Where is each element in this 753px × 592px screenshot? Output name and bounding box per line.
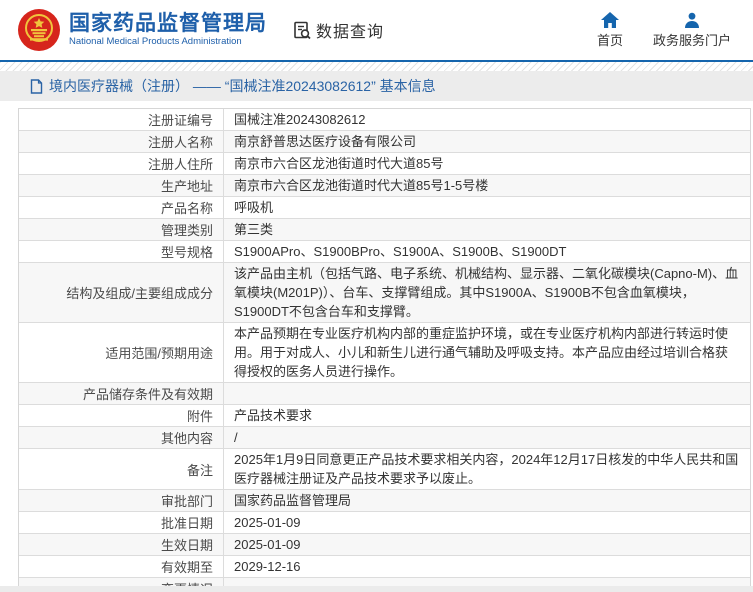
row-value: S1900APro、S1900BPro、S1900A、S1900B、S1900D… xyxy=(223,241,750,262)
document-icon xyxy=(30,79,43,94)
data-query-label: 数据查询 xyxy=(316,18,384,42)
row-value-text: 南京市六合区龙池街道时代大道85号1-5号楼 xyxy=(234,176,740,195)
row-label: 注册人住所 xyxy=(19,153,223,174)
row-value-text: 呼吸机 xyxy=(234,198,740,217)
row-value-text: 2025-01-09 xyxy=(234,513,740,532)
table-row: 附件产品技术要求 xyxy=(19,405,750,427)
table-row: 注册证编号国械注准20243082612 xyxy=(19,109,750,131)
row-label: 管理类别 xyxy=(19,219,223,240)
row-label: 审批部门 xyxy=(19,490,223,511)
row-value-text: 2025年1月9日同意更正产品技术要求相关内容，2024年12月17日核发的中华… xyxy=(234,450,740,488)
table-row: 产品储存条件及有效期 xyxy=(19,383,750,405)
row-value: 2029-12-16 xyxy=(223,556,750,577)
home-icon xyxy=(601,12,619,28)
table-row: 有效期至 2029-12-16 xyxy=(19,556,750,578)
table-row: 批准日期 2025-01-09 xyxy=(19,512,750,534)
table-row: 注册人住所南京市六合区龙池街道时代大道85号 xyxy=(19,153,750,175)
row-value: 产品技术要求 xyxy=(223,405,750,426)
bottom-strip xyxy=(0,586,753,592)
site-subtitle: National Medical Products Administration xyxy=(69,37,267,47)
breadcrumb-bar: 境内医疗器械（注册） —— “国械注准20243082612” 基本信息 xyxy=(0,71,753,101)
row-value: 2025-01-09 xyxy=(223,534,750,555)
row-label: 结构及组成/主要组成成分 xyxy=(19,263,223,322)
site-title-block: 国家药品监督管理局 National Medical Products Admi… xyxy=(69,12,267,48)
table-row: 生产地址南京市六合区龙池街道时代大道85号1-5号楼 xyxy=(19,175,750,197)
row-value: 南京舒普思达医疗设备有限公司 xyxy=(223,131,750,152)
row-label: 适用范围/预期用途 xyxy=(19,323,223,382)
row-value-text: 产品技术要求 xyxy=(234,406,740,425)
national-emblem-logo xyxy=(18,9,60,51)
table-row: 产品名称呼吸机 xyxy=(19,197,750,219)
table-row: 注册人名称南京舒普思达医疗设备有限公司 xyxy=(19,131,750,153)
row-value: 国械注准20243082612 xyxy=(223,109,750,130)
row-value: 2025年1月9日同意更正产品技术要求相关内容，2024年12月17日核发的中华… xyxy=(223,449,750,489)
row-value-text: / xyxy=(234,428,740,447)
site-header: 国家药品监督管理局 National Medical Products Admi… xyxy=(0,0,753,60)
row-value: 南京市六合区龙池街道时代大道85号 xyxy=(223,153,750,174)
row-label: 产品名称 xyxy=(19,197,223,218)
row-label: 注册人名称 xyxy=(19,131,223,152)
row-value: 本产品预期在专业医疗机构内部的重症监护环境，或在专业医疗机构内部进行转运时使用。… xyxy=(223,323,750,382)
table-row: 审批部门国家药品监督管理局 xyxy=(19,490,750,512)
row-label: 其他内容 xyxy=(19,427,223,448)
row-label: 附件 xyxy=(19,405,223,426)
row-value-text: 南京舒普思达医疗设备有限公司 xyxy=(234,132,740,151)
table-row: 管理类别第三类 xyxy=(19,219,750,241)
row-label: 型号规格 xyxy=(19,241,223,262)
data-query-icon xyxy=(293,21,312,40)
breadcrumb: 境内医疗器械（注册） —— “国械注准20243082612” 基本信息 xyxy=(49,76,436,96)
row-value-text: 本产品预期在专业医疗机构内部的重症监护环境，或在专业医疗机构内部进行转运时使用。… xyxy=(234,324,740,381)
user-icon xyxy=(684,12,700,28)
registration-info-table: 注册证编号国械注准20243082612注册人名称南京舒普思达医疗设备有限公司注… xyxy=(18,108,751,592)
row-value xyxy=(223,383,750,404)
nav-home-label: 首页 xyxy=(597,30,623,49)
table-row: 生效日期 2025-01-09 xyxy=(19,534,750,556)
row-value-text: 2029-12-16 xyxy=(234,557,740,576)
row-value-text: 2025-01-09 xyxy=(234,535,740,554)
row-label: 备注 xyxy=(19,449,223,489)
nav-gov-portal[interactable]: 政务服务门户 xyxy=(653,12,731,49)
row-label: 注册证编号 xyxy=(19,109,223,130)
row-value: 呼吸机 xyxy=(223,197,750,218)
row-value-text: 国家药品监督管理局 xyxy=(234,491,740,510)
table-row: 其他内容 / xyxy=(19,427,750,449)
row-value: 该产品由主机（包括气路、电子系统、机械结构、显示器、二氧化碳模块(Capno-M… xyxy=(223,263,750,322)
top-nav: 首页 政务服务门户 xyxy=(597,12,735,49)
row-label: 生效日期 xyxy=(19,534,223,555)
row-label: 有效期至 xyxy=(19,556,223,577)
row-value: 第三类 xyxy=(223,219,750,240)
table-row: 适用范围/预期用途本产品预期在专业医疗机构内部的重症监护环境，或在专业医疗机构内… xyxy=(19,323,750,383)
site-title: 国家药品监督管理局 xyxy=(69,12,267,35)
page-content: 注册证编号国械注准20243082612注册人名称南京舒普思达医疗设备有限公司注… xyxy=(0,101,753,592)
row-value: / xyxy=(223,427,750,448)
data-query-button[interactable]: 数据查询 xyxy=(293,18,384,42)
row-value-text: 该产品由主机（包括气路、电子系统、机械结构、显示器、二氧化碳模块(Capno-M… xyxy=(234,264,740,321)
row-value: 国家药品监督管理局 xyxy=(223,490,750,511)
row-value-text: S1900APro、S1900BPro、S1900A、S1900B、S1900D… xyxy=(234,242,740,261)
row-value-text: 第三类 xyxy=(234,220,740,239)
table-row: 型号规格 S1900APro、S1900BPro、S1900A、S1900B、S1… xyxy=(19,241,750,263)
row-value: 2025-01-09 xyxy=(223,512,750,533)
nav-gov-portal-label: 政务服务门户 xyxy=(653,30,731,49)
table-row: 备注 2025年1月9日同意更正产品技术要求相关内容，2024年12月17日核发的… xyxy=(19,449,750,490)
row-label: 生产地址 xyxy=(19,175,223,196)
row-value-text: 国械注准20243082612 xyxy=(234,110,740,129)
nav-home[interactable]: 首页 xyxy=(597,12,623,49)
row-label: 批准日期 xyxy=(19,512,223,533)
table-row: 结构及组成/主要组成成分该产品由主机（包括气路、电子系统、机械结构、显示器、二氧… xyxy=(19,263,750,323)
row-label: 产品储存条件及有效期 xyxy=(19,383,223,404)
hatch-divider xyxy=(0,62,753,71)
row-value-text: 南京市六合区龙池街道时代大道85号 xyxy=(234,154,740,173)
row-value: 南京市六合区龙池街道时代大道85号1-5号楼 xyxy=(223,175,750,196)
